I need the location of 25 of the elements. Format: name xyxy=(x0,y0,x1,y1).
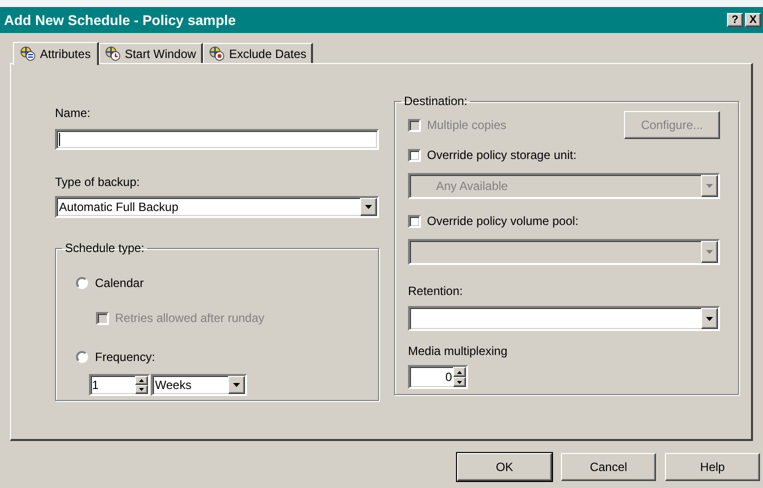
dialog-button[interactable]: Help xyxy=(665,453,760,481)
dialog-button[interactable]: OK xyxy=(457,453,552,481)
tab[interactable]: Attributes xyxy=(13,42,99,65)
radio-label: Frequency: xyxy=(95,349,156,366)
checkbox-label: Retries allowed after runday xyxy=(115,310,264,327)
checkbox-label: Override policy storage unit: xyxy=(427,147,576,164)
window-title: Add New Schedule - Policy sample xyxy=(4,10,236,30)
spin-box[interactable]: 1 xyxy=(89,374,150,396)
dialog-button[interactable]: Cancel xyxy=(561,453,656,481)
field-label: Media multiplexing xyxy=(408,343,508,360)
checkbox-label: Override policy volume pool: xyxy=(427,213,578,230)
radio-label: Calendar xyxy=(95,275,144,292)
dropdown[interactable]: Automatic Full Backup xyxy=(55,196,379,218)
group-label: Destination: xyxy=(403,93,468,110)
spin-box[interactable]: 0 xyxy=(408,365,468,389)
dropdown[interactable]: Weeks xyxy=(151,374,247,396)
help-button[interactable]: ? xyxy=(727,13,743,27)
field-label: Name: xyxy=(55,105,92,122)
tab[interactable]: Start Window xyxy=(98,43,204,63)
close-button[interactable]: X xyxy=(745,13,761,27)
field-label: Retention: xyxy=(408,283,464,300)
tab[interactable]: Exclude Dates xyxy=(203,43,314,63)
group-label: Schedule type: xyxy=(64,240,146,257)
checkbox-label: Multiple copies xyxy=(427,117,506,134)
field-label: Type of backup: xyxy=(55,174,141,191)
